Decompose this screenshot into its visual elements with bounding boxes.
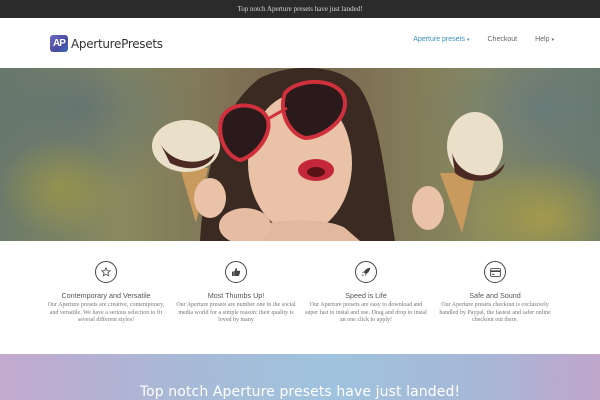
promo-banner: Top notch Aperture presets have just lan… [0, 354, 600, 400]
features-section: Contemporary and Versatile Our Aperture … [0, 241, 600, 354]
feature-contemporary: Contemporary and Versatile Our Aperture … [45, 261, 167, 325]
feature-title: Most Thumbs Up! [207, 291, 265, 300]
feature-title: Contemporary and Versatile [61, 291, 151, 300]
nav-item-checkout[interactable]: Checkout [488, 36, 518, 43]
chevron-down-icon: ▾ [466, 36, 470, 43]
feature-text: Our Aperture presets are number one in t… [176, 302, 296, 324]
feature-safe: Safe and Sound Our Aperture presets chec… [434, 261, 556, 325]
nav-item-label: Checkout [487, 36, 518, 43]
thumbs-up-icon [225, 261, 247, 283]
main-nav: Aperture presets ▾ Checkout Help ▾ [413, 36, 554, 43]
feature-thumbs-up: Most Thumbs Up! Our Aperture presets are… [175, 261, 297, 325]
feature-speed: Speed is Life Our Aperture presets are e… [305, 261, 427, 325]
chevron-down-icon: ▾ [551, 36, 554, 43]
feature-text: Our Aperture presets are easy to downloa… [305, 302, 427, 324]
announcement-bar: Top notch Aperture presets have just lan… [0, 0, 600, 18]
hero-image [0, 68, 600, 241]
feature-text: Our Aperture presets checkout is exclusi… [439, 302, 551, 324]
logo-text: AperturePresets [71, 36, 163, 51]
rocket-icon [355, 261, 377, 283]
site-logo[interactable]: AP AperturePresets [50, 35, 163, 52]
logo-mark: AP [50, 35, 68, 52]
nav-item-help[interactable]: Help ▾ [535, 36, 554, 43]
feature-text: Our Aperture presets are creative, conte… [47, 302, 165, 324]
nav-item-aperture-presets[interactable]: Aperture presets ▾ [413, 36, 469, 43]
site-header: AP AperturePresets Aperture presets ▾ Ch… [0, 18, 600, 68]
star-icon [95, 261, 117, 283]
feature-title: Speed is Life [345, 291, 387, 300]
nav-item-label: Help [535, 36, 550, 43]
nav-item-label: Aperture presets [413, 36, 465, 43]
credit-card-icon [484, 261, 506, 283]
hero-illustration [152, 68, 505, 241]
feature-title: Safe and Sound [469, 291, 521, 300]
announcement-text: Top notch Aperture presets have just lan… [237, 5, 363, 13]
banner-title: Top notch Aperture presets have just lan… [139, 384, 461, 400]
